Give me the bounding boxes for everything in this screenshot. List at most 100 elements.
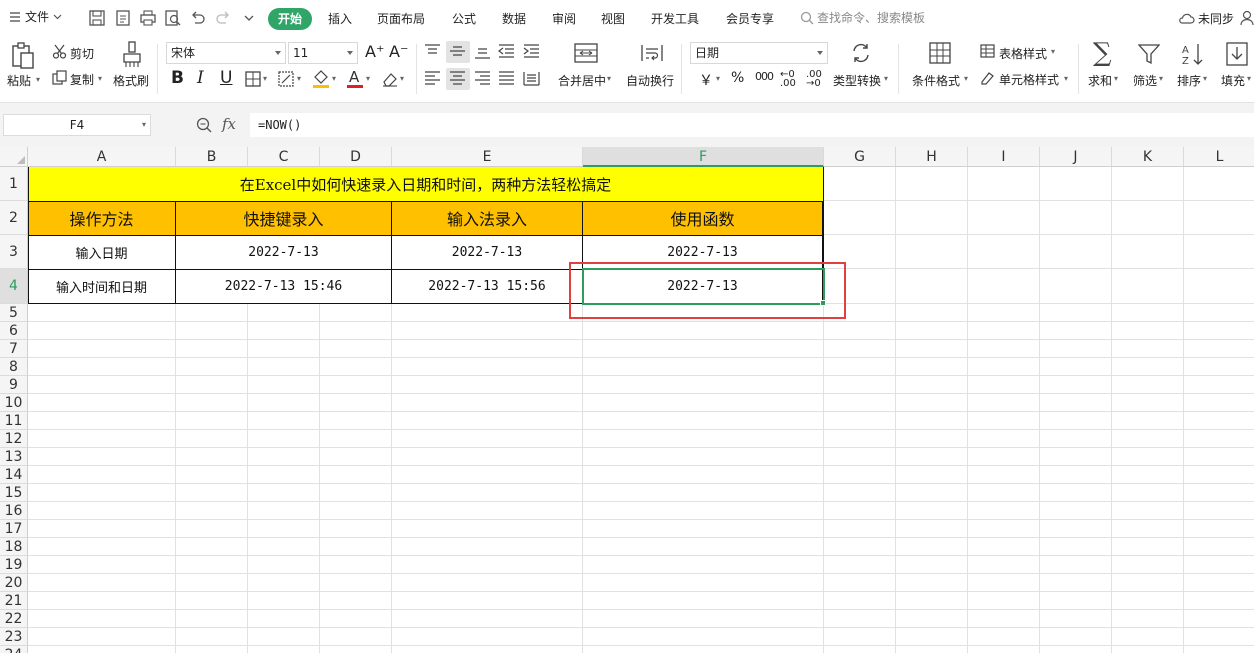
type-convert-button[interactable]: 类型转换 — [833, 72, 881, 89]
header-cell[interactable]: 使用函数 — [583, 201, 823, 235]
name-box-dropdown-icon[interactable]: ▾ — [142, 115, 146, 135]
save-icon[interactable] — [88, 9, 106, 27]
merge-dropdown-icon[interactable]: ▾ — [607, 74, 611, 83]
title-cell[interactable]: 在Excel中如何快速录入日期和时间，两种方法轻松搞定 — [28, 167, 823, 201]
row-header-8[interactable]: 8 — [0, 358, 28, 376]
row-header-23[interactable]: 23 — [0, 628, 28, 646]
row-header-2[interactable]: 2 — [0, 201, 28, 235]
number-format-select[interactable]: 日期 — [690, 42, 828, 64]
align-center-icon[interactable] — [449, 71, 466, 86]
row-header-3[interactable]: 3 — [0, 235, 28, 269]
format-painter-button[interactable]: 格式刷 — [113, 72, 149, 89]
underline-icon[interactable]: U — [220, 68, 232, 88]
cell-fill-pattern-icon[interactable] — [278, 71, 294, 87]
table-style-dropdown-icon[interactable]: ▾ — [1051, 47, 1055, 56]
tab-insert[interactable]: 插入 — [328, 10, 352, 27]
tab-developer[interactable]: 开发工具 — [651, 10, 699, 27]
paste-icon[interactable] — [10, 42, 36, 70]
header-cell[interactable]: 快捷键录入 — [176, 201, 392, 235]
align-middle-icon[interactable] — [449, 44, 466, 59]
data-cell[interactable]: 输入时间和日期 — [28, 269, 176, 303]
redo-icon[interactable] — [214, 9, 232, 27]
header-cell[interactable]: 输入法录入 — [392, 201, 583, 235]
row-header-24[interactable]: 24 — [0, 646, 28, 653]
column-header-g[interactable]: G — [824, 147, 896, 167]
font-size-select[interactable]: 11 — [288, 42, 358, 64]
spreadsheet-grid[interactable]: A B C D E F G H I J K L 1 2 3 4 5 6 7 8 9 10 11 12 13 14 15 16 17 18 1… — [0, 147, 1254, 653]
row-header-14[interactable]: 14 — [0, 466, 28, 484]
column-header-a[interactable]: A — [28, 147, 176, 167]
row-header-18[interactable]: 18 — [0, 538, 28, 556]
zoom-search-icon[interactable] — [196, 117, 212, 133]
copy-dropdown-icon[interactable]: ▾ — [98, 74, 102, 83]
sum-button[interactable]: 求和 — [1088, 72, 1112, 89]
italic-icon[interactable]: I — [197, 68, 204, 88]
row-header-9[interactable]: 9 — [0, 376, 28, 394]
row-header-21[interactable]: 21 — [0, 592, 28, 610]
cell-style-dropdown-icon[interactable]: ▾ — [1064, 74, 1068, 83]
column-header-j[interactable]: J — [1040, 147, 1112, 167]
select-all-corner[interactable] — [0, 147, 28, 167]
print-preview-icon[interactable] — [164, 9, 182, 27]
name-box[interactable]: F4 ▾ — [3, 114, 151, 136]
wrap-text-button[interactable]: 自动换行 — [626, 72, 674, 89]
row-header-16[interactable]: 16 — [0, 502, 28, 520]
bold-icon[interactable]: B — [171, 68, 184, 88]
row-header-19[interactable]: 19 — [0, 556, 28, 574]
paste-button[interactable]: 粘贴 — [7, 72, 31, 89]
sum-dropdown-icon[interactable]: ▾ — [1114, 74, 1118, 83]
conditional-format-dropdown-icon[interactable]: ▾ — [964, 74, 968, 83]
column-header-b[interactable]: B — [176, 147, 248, 167]
filter-dropdown-icon[interactable]: ▾ — [1159, 74, 1163, 83]
row-header-17[interactable]: 17 — [0, 520, 28, 538]
column-header-h[interactable]: H — [896, 147, 968, 167]
undo-icon[interactable] — [189, 9, 207, 27]
row-header-6[interactable]: 6 — [0, 322, 28, 340]
paste-dropdown-icon[interactable]: ▾ — [36, 75, 40, 84]
decrease-decimal-icon[interactable]: .00 →0 — [806, 70, 822, 89]
header-cell[interactable]: 操作方法 — [28, 201, 176, 235]
justify-icon[interactable] — [498, 71, 515, 86]
distributed-align-icon[interactable] — [523, 71, 540, 86]
row-header-10[interactable]: 10 — [0, 394, 28, 412]
tab-data[interactable]: 数据 — [502, 10, 526, 27]
column-header-e[interactable]: E — [392, 147, 583, 167]
sync-status[interactable]: 未同步 — [1178, 10, 1234, 27]
align-left-icon[interactable] — [424, 71, 441, 86]
export-pdf-icon[interactable] — [114, 9, 132, 27]
fill-button[interactable]: 填充 — [1221, 72, 1245, 89]
type-convert-dropdown-icon[interactable]: ▾ — [884, 74, 888, 83]
row-header-5[interactable]: 5 — [0, 304, 28, 322]
column-header-c[interactable]: C — [248, 147, 320, 167]
copy-button[interactable]: 复制 — [70, 71, 94, 88]
fill-dropdown-icon[interactable]: ▾ — [1247, 74, 1251, 83]
align-bottom-icon[interactable] — [474, 44, 491, 59]
tab-view[interactable]: 视图 — [601, 10, 625, 27]
increase-indent-icon[interactable] — [523, 44, 540, 59]
tab-page-layout[interactable]: 页面布局 — [377, 10, 425, 27]
fx-insert-function-button[interactable]: fx — [222, 115, 236, 133]
command-search[interactable]: 查找命令、搜索模板 — [800, 9, 925, 26]
row-header-11[interactable]: 11 — [0, 412, 28, 430]
thousands-separator-icon[interactable]: 000 — [755, 70, 774, 83]
increase-decimal-icon[interactable]: ←0.00 — [780, 70, 796, 89]
row-header-1[interactable]: 1 — [0, 167, 28, 201]
conditional-format-button[interactable]: 条件格式 — [912, 72, 960, 89]
row-header-15[interactable]: 15 — [0, 484, 28, 502]
fill-color-icon[interactable] — [312, 69, 330, 89]
column-header-d[interactable]: D — [320, 147, 392, 167]
quick-access-dropdown-icon[interactable] — [240, 9, 258, 27]
data-cell[interactable]: 输入日期 — [28, 235, 176, 269]
data-cell[interactable]: 2022-7-13 — [176, 235, 392, 269]
user-icon[interactable] — [1240, 10, 1254, 26]
cut-button[interactable]: 剪切 — [70, 45, 94, 62]
data-cell[interactable]: 2022-7-13 — [392, 235, 583, 269]
row-header-12[interactable]: 12 — [0, 430, 28, 448]
sort-dropdown-icon[interactable]: ▾ — [1203, 74, 1207, 83]
borders-dropdown-icon[interactable]: ▾ — [263, 74, 267, 83]
column-header-k[interactable]: K — [1112, 147, 1184, 167]
fill-color-dropdown-icon[interactable]: ▾ — [332, 74, 336, 83]
clear-format-icon[interactable] — [381, 70, 399, 88]
filter-button[interactable]: 筛选 — [1133, 72, 1157, 89]
align-right-icon[interactable] — [474, 71, 491, 86]
